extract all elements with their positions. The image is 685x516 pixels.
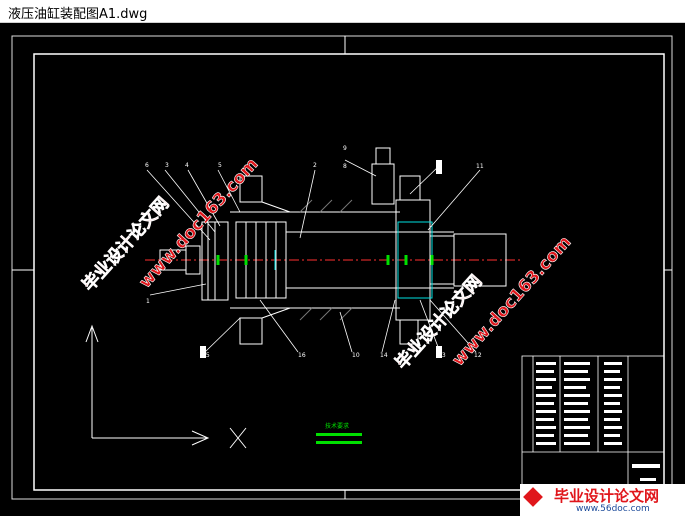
title-block — [521, 355, 665, 491]
cylinder-assembly — [145, 147, 520, 345]
balloon-5: 5 — [218, 162, 222, 169]
ucs-icon — [85, 324, 247, 449]
balloon-8: 8 — [343, 163, 347, 170]
technical-note: 技术要求 — [316, 422, 362, 444]
balloon-3: 3 — [165, 162, 169, 169]
balloon-10: 10 — [352, 352, 360, 359]
balloon-1: 1 — [146, 298, 150, 305]
balloon-16: 16 — [298, 352, 306, 359]
balloon-4: 4 — [185, 162, 189, 169]
window-titlebar: 液压油缸装配图A1.dwg — [0, 0, 685, 23]
footer-watermark: 毕业设计论文网 www.56doc.com — [520, 484, 685, 516]
balloon-11: 11 — [476, 163, 484, 170]
window-title: 液压油缸装配图A1.dwg — [8, 7, 148, 22]
footer-watermark-cn: 毕业设计论文网 — [554, 487, 660, 505]
technical-note-label: 技术要求 — [325, 422, 349, 430]
footer-logo-icon — [523, 487, 543, 507]
balloon-2: 2 — [313, 162, 317, 169]
balloon-14: 14 — [380, 352, 388, 359]
balloon-9: 9 — [343, 145, 347, 152]
balloon-6: 6 — [145, 162, 149, 169]
watermark-site-1: 毕业设计论文网 www.doc163.com — [78, 154, 263, 296]
footer-watermark-url: www.56doc.com — [576, 504, 650, 514]
cad-canvas[interactable]: 6 3 4 5 2 9 8 11 1 16 10 14 13 12 15 技术要… — [0, 23, 685, 516]
